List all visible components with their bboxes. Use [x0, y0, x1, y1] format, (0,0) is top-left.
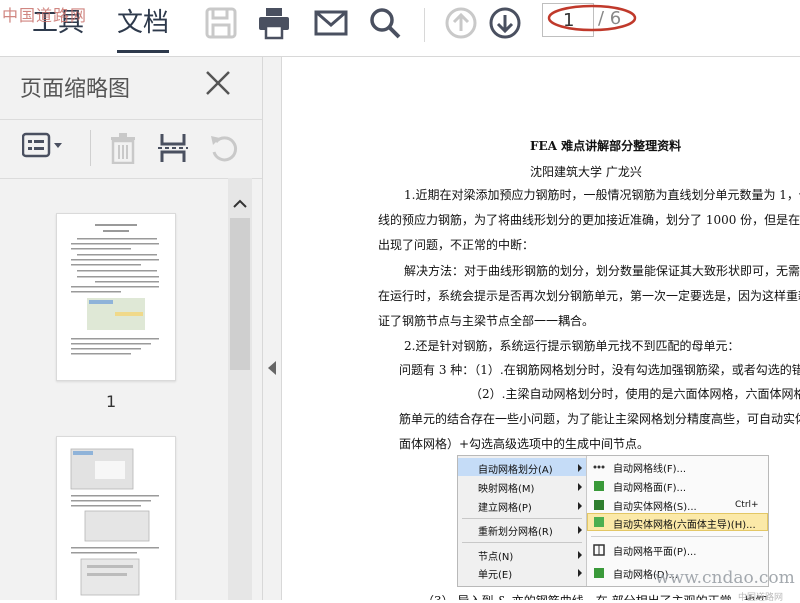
- thumbnail-scrollbar[interactable]: [228, 178, 252, 600]
- watermark-top: 中国道路网: [2, 6, 88, 25]
- collapse-arrow-icon[interactable]: [268, 361, 276, 375]
- scroll-up-icon[interactable]: [228, 194, 252, 214]
- paragraph-line: 问题有 3 种：（1）.在钢筋网格划分时，没有勾选加强钢筋梁，或者勾选的错误: [399, 363, 800, 377]
- submenu-item: 自动实体网格(S)...: [613, 502, 697, 513]
- watermark-bottom: www.cndao.com: [655, 568, 795, 588]
- submenu-arrow-icon: [578, 569, 582, 577]
- paragraph-line: 1.近期在对梁添加预应力钢筋时，一般情况钢筋为直线划分单元数量为 1，但对: [404, 188, 800, 202]
- thumbnail-panel: 页面缩略图 1: [0, 57, 263, 600]
- menu-item: 单元(E): [478, 570, 513, 581]
- menu-item: 自动网格划分(A): [478, 465, 553, 476]
- submenu-arrow-icon: [578, 502, 582, 510]
- paragraph-line: 在运行时，系统会提示是否再次划分钢筋单元，第一次一定要选是，因为这样重新划: [378, 289, 800, 303]
- mesh-face-icon: [594, 481, 604, 491]
- thumbnail-list: 1: [0, 178, 228, 600]
- submenu: 自动网格线(F)... 自动网格面(F)... 自动实体网格(S)... Ctr…: [587, 456, 768, 586]
- mesh-plane-icon: [593, 544, 605, 556]
- close-icon[interactable]: [204, 69, 232, 97]
- save-icon[interactable]: [204, 6, 238, 40]
- panel-collapse-handle[interactable]: [263, 57, 282, 600]
- menu-separator: [591, 536, 763, 537]
- search-icon[interactable]: [368, 6, 402, 40]
- submenu-arrow-icon: [578, 551, 582, 559]
- watermark-bottom-cn: 中国道路网: [738, 593, 784, 603]
- submenu-arrow-icon: [578, 526, 582, 534]
- paragraph-line: （3） 导入到 & 亦的钢筋曲线一在 部分相出了主观的正常，也知: [422, 592, 768, 600]
- document-view: FEA 难点讲解部分整理资料 沈阳建筑大学 广龙兴 1.近期在对梁添加预应力钢筋…: [282, 57, 800, 600]
- submenu-item: 自动网格面(F)...: [613, 483, 687, 494]
- rotate-icon[interactable]: [208, 132, 240, 164]
- menu-item: 建立网格(P): [478, 503, 532, 514]
- panel-toolbar: [0, 119, 262, 179]
- submenu-arrow-icon: [578, 464, 582, 472]
- mesh-solid-icon: [594, 500, 604, 510]
- mesh-auto-icon: [594, 568, 604, 578]
- top-toolbar: 工具 文档 / 6 中国道路网: [0, 0, 800, 57]
- submenu-item: 自动网格线(F)...: [613, 464, 687, 475]
- print-icon[interactable]: [257, 6, 291, 40]
- paragraph-line: 筋单元的结合存在一些小问题，为了能让主梁网格划分精度高些，可自动实体网格: [399, 412, 800, 426]
- context-menu: 自动网格划分(A) 映射网格(M) 建立网格(P) 重新划分网格(R) 节点(N…: [458, 456, 587, 586]
- menu-separator: [462, 518, 582, 519]
- paragraph-line: 2.还是针对钢筋，系统运行提示钢筋单元找不到匹配的母单元：: [404, 339, 740, 353]
- delete-icon[interactable]: [108, 132, 138, 164]
- active-tab-indicator: [117, 50, 169, 53]
- paragraph-line: 出现了问题，不正常的中断：: [378, 238, 535, 252]
- paragraph-line: （2）.主梁自动网格划分时，使用的是六面体网格，六面体网格目前: [470, 387, 800, 401]
- arrow-down-icon[interactable]: [488, 6, 522, 40]
- page-thumbnail[interactable]: [56, 436, 176, 600]
- paragraph-line: 面体网格）+勾选高级选项中的生成中间节点。: [399, 437, 650, 451]
- menu-item: 节点(N): [478, 552, 514, 563]
- mesh-line-icon: [593, 465, 605, 469]
- mesh-hex-icon: [594, 517, 604, 527]
- submenu-arrow-icon: [578, 483, 582, 491]
- toolbar-divider: [90, 130, 91, 166]
- paragraph-line: 证了钢筋节点与主梁节点全部一一耦合。: [378, 314, 595, 328]
- thumbnail-page-1-preview: [71, 224, 159, 355]
- email-icon[interactable]: [314, 6, 348, 40]
- submenu-shortcut: Ctrl+: [735, 500, 759, 510]
- paragraph-line: 线的预应力钢筋，为了将曲线形划分的更加接近准确，划分了 1000 份，但是在运行…: [378, 213, 800, 227]
- submenu-item: 自动实体网格(六面体主导)(H)...: [613, 520, 756, 531]
- menu-item: 重新划分网格(R): [478, 527, 553, 538]
- submenu-item: 自动网格平面(P)...: [613, 547, 697, 558]
- page-extract-icon[interactable]: [158, 132, 188, 164]
- thumbnail-options-icon[interactable]: [22, 132, 66, 160]
- page-thumbnail[interactable]: [56, 213, 176, 381]
- scrollbar-thumb[interactable]: [230, 218, 250, 370]
- arrow-up-icon[interactable]: [444, 6, 478, 40]
- thumbnail-page-2-preview: [70, 448, 159, 596]
- thumbnail-label: 1: [106, 392, 117, 411]
- panel-title: 页面缩略图: [20, 77, 131, 102]
- document-title: FEA 难点讲解部分整理资料: [530, 139, 682, 153]
- paragraph-line: 解决方法：对于曲线形钢筋的划分，划分数量能保证其大致形状即可，无需划分太: [404, 264, 800, 278]
- annotation-ellipse: [547, 4, 637, 32]
- document-author: 沈阳建筑大学 广龙兴: [530, 165, 642, 179]
- menu-item: 映射网格(M): [478, 484, 535, 495]
- tab-document[interactable]: 文档: [117, 2, 169, 39]
- toolbar-divider: [424, 8, 425, 42]
- menu-separator: [462, 542, 582, 543]
